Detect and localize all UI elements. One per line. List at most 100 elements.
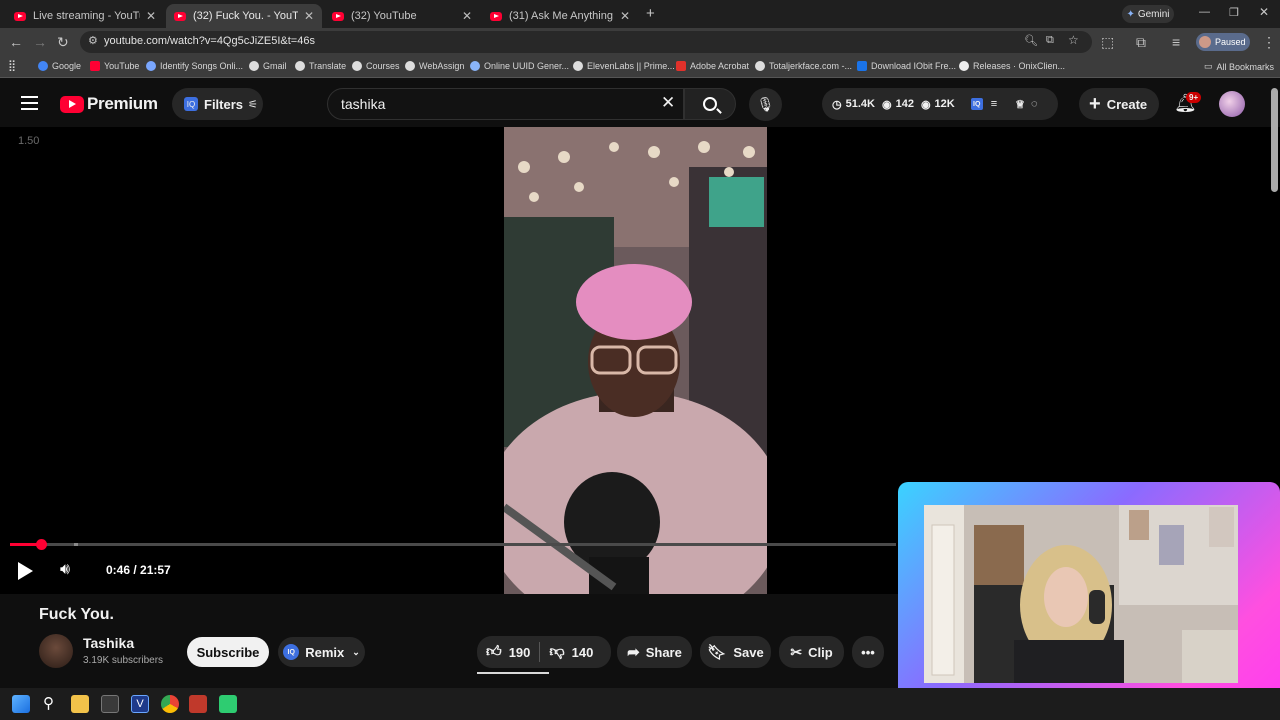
tab-title: Live streaming - YouTube Studio [33, 10, 140, 22]
remix-button[interactable]: IQ Remix ⌄ [278, 637, 365, 667]
bookmark-label: Translate [309, 61, 347, 71]
youtube-favicon-icon [14, 11, 26, 21]
progress-track[interactable] [10, 539, 896, 550]
bookmark-onix[interactable]: Releases · OnixClien... [959, 61, 1065, 71]
youtube-favicon-icon [490, 11, 502, 21]
media-control-icon[interactable]: ≡ [1172, 34, 1180, 50]
globe-icon [249, 61, 259, 71]
bookmark-gmail[interactable]: Gmail [249, 61, 287, 71]
profile-button[interactable]: Paused [1196, 33, 1250, 51]
bookmark-uuid[interactable]: Online UUID Gener... [470, 61, 569, 71]
kebab-menu-icon[interactable]: ⋮ [1262, 34, 1276, 50]
microphone-icon: 🎙︎ [756, 96, 775, 112]
clear-search-icon[interactable]: ✕ [661, 93, 675, 113]
views-count: 51.4K [845, 98, 875, 110]
tab-ask-me-anything[interactable]: (31) Ask Me Anything! - YouTube ✕ [482, 4, 638, 28]
address-bar[interactable]: ⚙ youtube.com/watch?v=4Qg5cJiZE5I&t=46s … [80, 31, 1092, 53]
scrubber-handle[interactable] [36, 539, 47, 550]
close-tab-icon[interactable]: ✕ [146, 9, 156, 23]
channel-avatar[interactable] [39, 634, 73, 668]
bookmark-adobe[interactable]: Adobe Acrobat [676, 61, 749, 71]
recorder-app-icon[interactable] [189, 695, 207, 713]
search-icon[interactable]: ⚲ [43, 694, 54, 712]
list-icon[interactable]: ≡ [991, 98, 997, 110]
dislike-count: 140 [571, 644, 594, 660]
iq-extension-icon[interactable]: IQ [970, 98, 983, 110]
tab-youtube-home[interactable]: (32) YouTube ✕ [324, 4, 480, 28]
more-actions-button[interactable]: ••• [852, 636, 884, 668]
dislike-button[interactable]: 👎︎ 140 [549, 643, 593, 661]
search-input[interactable]: tashika ✕ [327, 88, 684, 120]
open-in-app-icon[interactable]: ⧉ [1046, 34, 1054, 47]
tab-title: (32) YouTube [351, 10, 417, 22]
music-icon [146, 61, 156, 71]
site-info-icon[interactable]: ⚙ [88, 34, 98, 47]
create-button[interactable]: + Create [1079, 88, 1159, 120]
bookmark-iobit[interactable]: Download IObit Fre... [857, 61, 956, 71]
page-scrollbar-thumb[interactable] [1271, 88, 1278, 192]
video-frame[interactable] [504, 127, 767, 594]
youtube-premium-logo[interactable]: Premium [60, 94, 158, 114]
visual-studio-icon[interactable]: V [131, 695, 149, 713]
bookmark-webassign[interactable]: WebAssign [405, 61, 464, 71]
channel-name[interactable]: Tashika [83, 635, 134, 651]
app-icon[interactable] [219, 695, 237, 713]
save-button[interactable]: 🔖︎ Save [700, 636, 771, 668]
search-button[interactable] [684, 88, 736, 120]
tab-live-streaming[interactable]: Live streaming - YouTube Studio ✕ [6, 4, 164, 28]
globe-icon [295, 61, 305, 71]
share-button[interactable]: ➦ Share [617, 636, 692, 668]
bookmark-youtube[interactable]: YouTube [90, 61, 139, 71]
restore-window-icon[interactable]: ❐ [1229, 6, 1239, 19]
bookmark-label: Adobe Acrobat [690, 61, 750, 71]
forward-arrow-icon[interactable]: → [33, 34, 47, 50]
zoom-icon[interactable]: 🔍︎ [1024, 34, 1038, 47]
close-tab-icon[interactable]: ✕ [620, 9, 630, 23]
bookmark-translate[interactable]: Translate [295, 61, 346, 71]
close-tab-icon[interactable]: ✕ [462, 9, 472, 23]
clip-button[interactable]: ✂ Clip [779, 636, 844, 668]
eye-count: 12K [934, 98, 955, 110]
store-icon[interactable] [101, 695, 119, 713]
youtube-favicon-icon [332, 11, 344, 21]
like-button[interactable]: 👍︎ 190 [486, 643, 530, 661]
apps-grid-icon[interactable]: ⣿ [8, 59, 16, 72]
like-dislike-group: 👍︎ 190 👎︎ 140 [477, 636, 611, 668]
volume-icon[interactable]: 🔊︎ [60, 561, 70, 579]
trophy-icon[interactable]: ♕ [1015, 98, 1025, 111]
bookmark-label: WebAssign [419, 61, 465, 71]
all-bookmarks-button[interactable]: ▭ All Bookmarks [1204, 61, 1274, 72]
reload-icon[interactable]: ↻ [57, 34, 69, 50]
tab-search-icon[interactable]: ⧉ [1136, 34, 1146, 50]
minimize-window-icon[interactable]: — [1199, 6, 1210, 18]
bookmark-courses[interactable]: Courses [352, 61, 400, 71]
bookmark-identify-songs[interactable]: Identify Songs Onli... [146, 61, 243, 71]
voice-search-button[interactable]: 🎙︎ [749, 88, 782, 121]
play-button[interactable] [18, 562, 33, 580]
extensions-puzzle-icon[interactable]: ⬚ [1101, 34, 1114, 50]
bookmark-star-icon[interactable]: ☆ [1068, 33, 1079, 47]
subscriber-count: 3.19K subscribers [83, 655, 164, 666]
chrome-icon[interactable] [161, 695, 179, 713]
close-tab-icon[interactable]: ✕ [304, 9, 314, 23]
clock-icon: ◷ [832, 98, 842, 111]
search-query-text: tashika [341, 96, 386, 112]
new-tab-button[interactable]: + [646, 5, 655, 22]
bookmark-elevenlabs[interactable]: ElevenLabs || Prime... [573, 61, 675, 71]
bookmark-totaljerkface[interactable]: Totaljerkface.com -... [755, 61, 852, 71]
chevron-down-icon: ⌄ [352, 646, 360, 657]
close-window-icon[interactable]: ✕ [1259, 5, 1269, 19]
account-avatar[interactable] [1219, 91, 1245, 117]
url-text: youtube.com/watch?v=4Qg5cJiZE5I&t=46s [104, 35, 315, 47]
chat-bubble-icon[interactable]: ◌ [1031, 98, 1038, 110]
tab-current-video[interactable]: (32) Fuck You. - YouTube ✕ [166, 4, 322, 28]
bookmark-google[interactable]: Google [38, 61, 81, 71]
back-arrow-icon[interactable]: ← [9, 34, 23, 50]
file-explorer-icon[interactable] [71, 695, 89, 713]
scissors-icon: ✂ [790, 643, 803, 660]
hamburger-menu-icon[interactable] [21, 96, 38, 110]
subscribe-button[interactable]: Subscribe [187, 637, 269, 667]
gemini-button[interactable]: ✦ Gemini [1122, 5, 1174, 23]
windows-start-icon[interactable] [12, 695, 30, 713]
filters-button[interactable]: IQ Filters ⚟ [172, 88, 263, 120]
